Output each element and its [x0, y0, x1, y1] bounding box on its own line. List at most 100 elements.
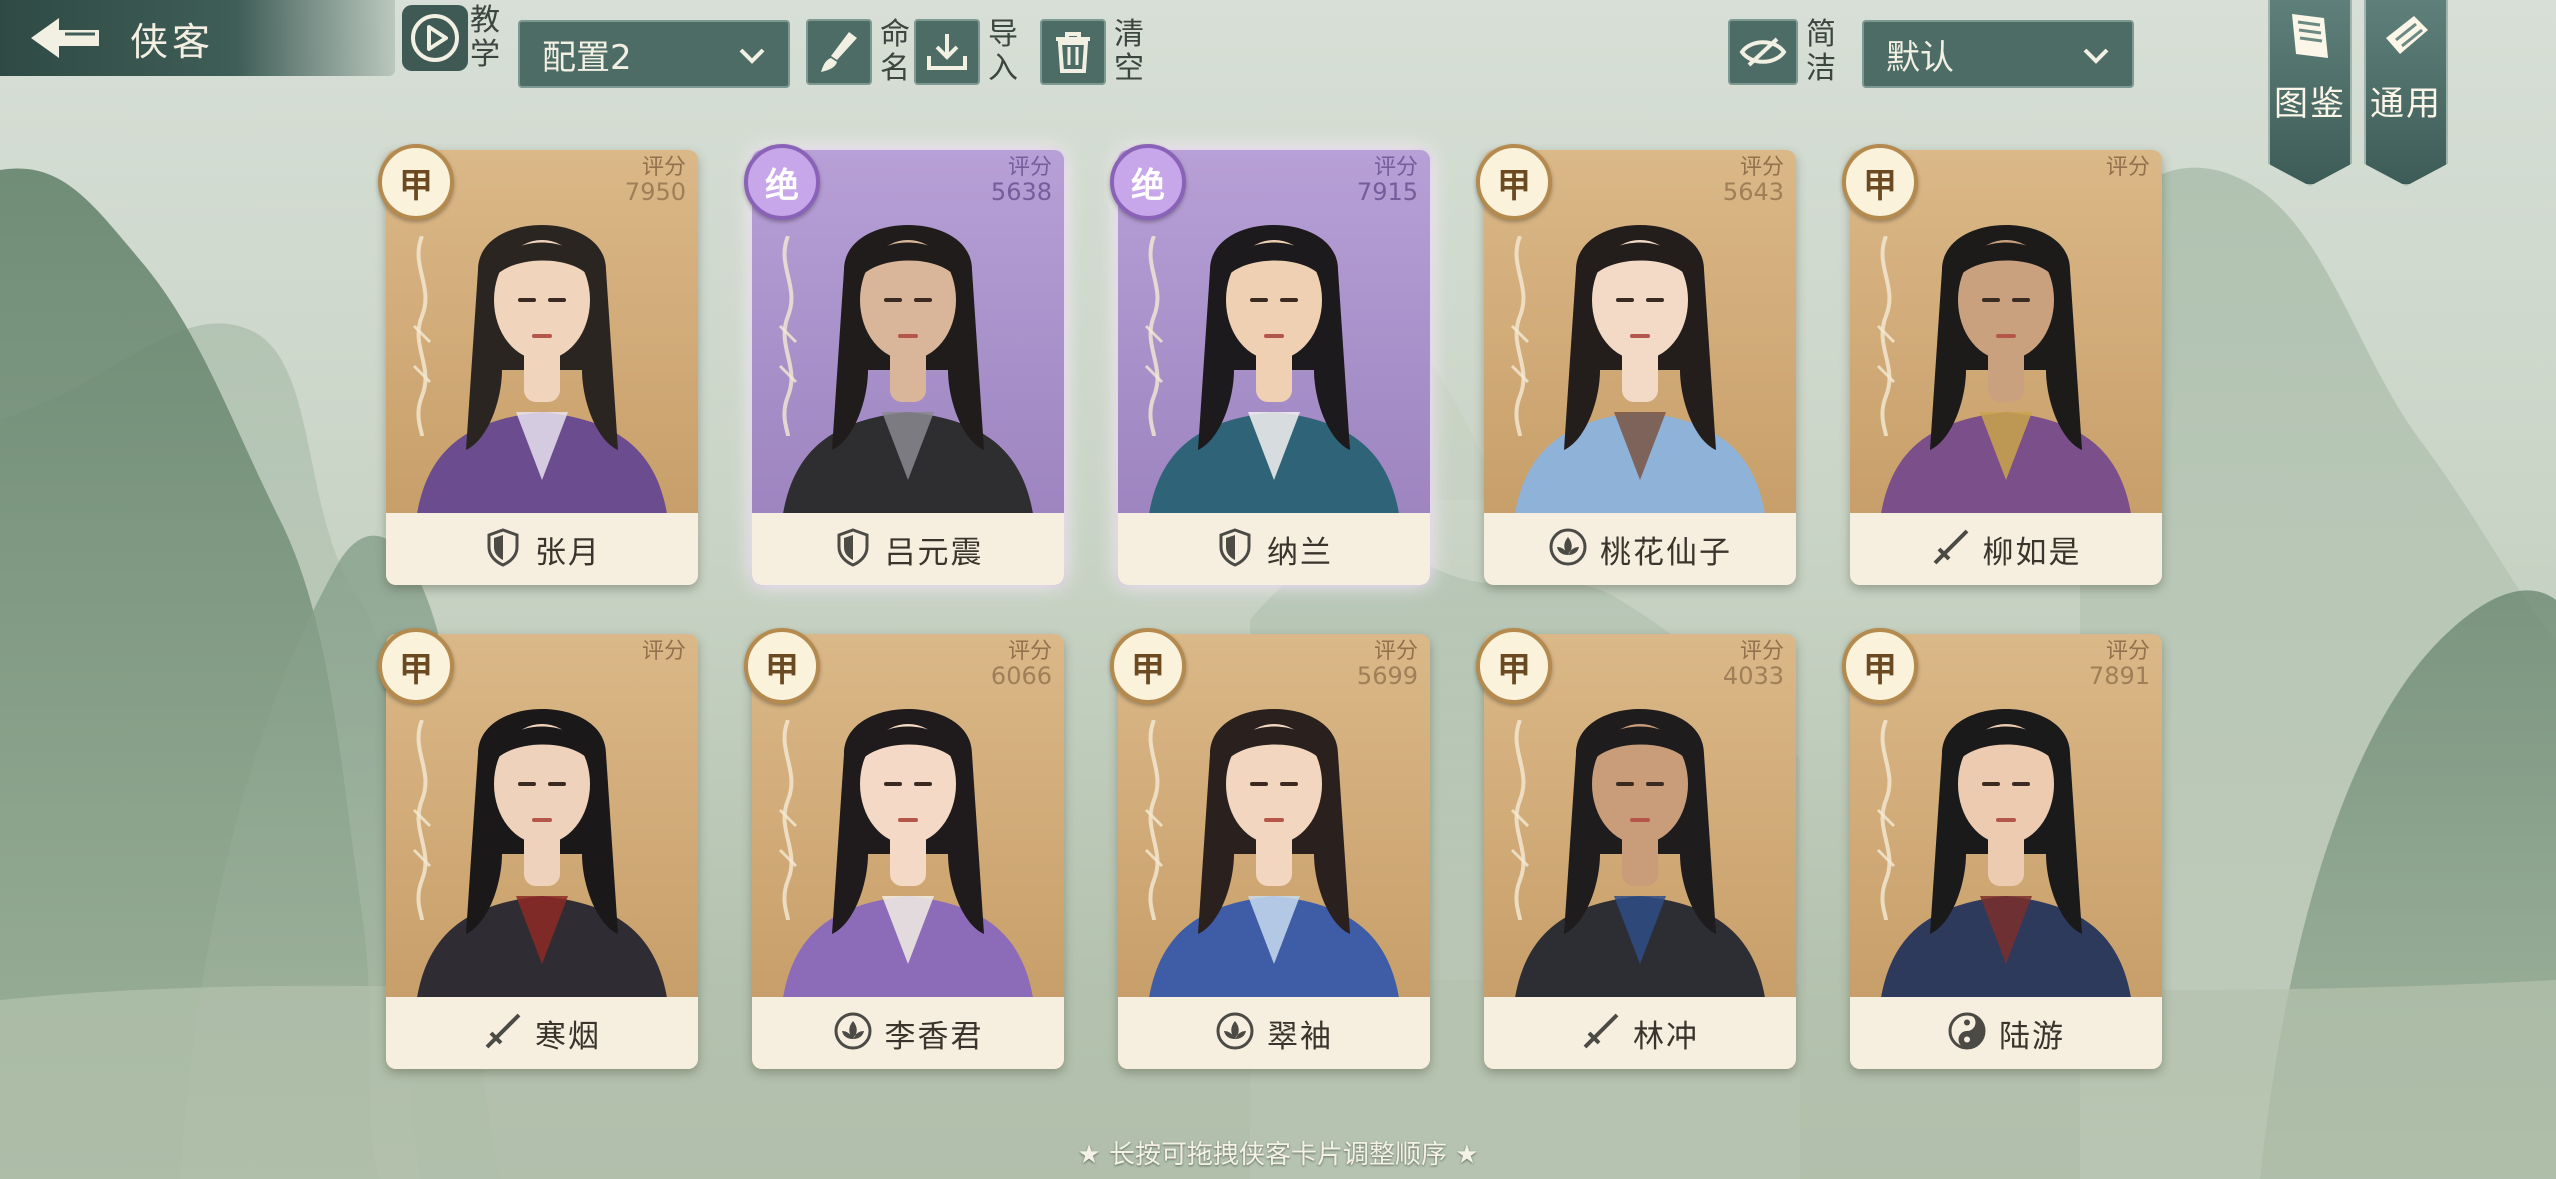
grade-badge: 绝: [744, 144, 820, 220]
grade-badge: 甲: [1842, 144, 1918, 220]
hero-name: 翠袖: [1267, 1018, 1333, 1055]
brush-icon: [806, 19, 872, 85]
score-label: 评分: [1739, 639, 1784, 664]
rank-ornament: [778, 720, 798, 920]
lotus-icon: [1215, 1011, 1255, 1055]
import-button[interactable]: 导入: [914, 18, 1020, 86]
shield-icon: [483, 527, 523, 571]
general-label: 通用: [2370, 84, 2442, 124]
grade-badge: 甲: [378, 628, 454, 704]
score-label: 评分: [1373, 155, 1418, 180]
score-block: 评分 5699: [1357, 640, 1418, 689]
score-block: 评分 7950: [624, 156, 686, 206]
page-title: 侠客: [130, 19, 215, 64]
hero-name-bar: 纳兰: [1118, 513, 1430, 585]
hero-card[interactable]: 甲 评分寒烟: [378, 628, 698, 1069]
sort-select-value: 默认: [1886, 37, 1954, 78]
rank-ornament: [412, 720, 432, 920]
score-value: 7915: [1356, 178, 1418, 206]
score-block: 评分 4033: [1722, 639, 1784, 690]
hero-card[interactable]: 绝 评分 5638 吕元震: [744, 144, 1064, 585]
scroll-icon: [2378, 8, 2434, 68]
hero-card[interactable]: 甲 评分 7950 张月: [378, 144, 698, 585]
hero-card[interactable]: 甲 评分 4033 林冲: [1476, 628, 1796, 1069]
hero-name-bar: 陆游: [1850, 997, 2162, 1069]
grade-badge: 绝: [1110, 144, 1186, 220]
book-icon: [2282, 8, 2338, 68]
grade-badge: 甲: [744, 628, 820, 704]
clear-label: 清空: [1114, 17, 1144, 86]
score-label: 评分: [2105, 155, 2150, 180]
codex-label: 图鉴: [2274, 84, 2346, 124]
score-value: 5638: [990, 178, 1052, 206]
simple-mode-label: 简洁: [1806, 17, 1836, 86]
rank-ornament: [412, 236, 432, 436]
score-value: 4033: [1722, 662, 1784, 690]
rank-ornament: [1144, 236, 1164, 436]
hero-name-bar: 林冲: [1484, 997, 1796, 1069]
score-block: 评分 7891: [2089, 639, 2150, 689]
hero-name-bar: 李香君: [752, 997, 1064, 1069]
score-value: 7950: [624, 178, 686, 206]
rename-label: 命名: [880, 17, 910, 86]
tutorial-button[interactable]: 教学: [402, 0, 506, 76]
grade-badge: 甲: [1476, 144, 1552, 220]
hero-name-bar: 吕元震: [752, 513, 1064, 585]
clear-button[interactable]: 清空: [1040, 18, 1146, 86]
hero-name: 纳兰: [1267, 534, 1333, 571]
back-button[interactable]: 侠客: [0, 0, 395, 76]
hero-card[interactable]: 甲 评分 7891 陆游: [1842, 628, 2162, 1069]
sort-select[interactable]: 默认: [1862, 20, 2134, 88]
hero-card[interactable]: 绝 评分 7915 纳兰: [1110, 144, 1430, 585]
top-bar: 侠客 教学 配置2 命名 导入 清空 简洁 默认 图鉴 通用: [0, 0, 2556, 186]
hero-card[interactable]: 甲 评分 5699 翠袖: [1110, 628, 1430, 1069]
hero-name: 林冲: [1633, 1018, 1699, 1055]
play-icon: [402, 5, 468, 71]
sword-icon: [483, 1011, 523, 1055]
config-select-value: 配置2: [542, 37, 632, 78]
shield-icon: [1215, 527, 1255, 571]
grade-badge: 甲: [378, 144, 454, 220]
yinyang-icon: [1947, 1011, 1987, 1055]
hero-name: 柳如是: [1982, 534, 2082, 571]
lotus-icon: [1548, 527, 1588, 571]
score-label: 评分: [1739, 155, 1784, 180]
shield-icon: [833, 527, 873, 571]
rank-ornament: [1510, 720, 1530, 920]
rank-ornament: [1144, 720, 1164, 920]
score-label: 评分: [1007, 639, 1052, 664]
hero-name-bar: 翠袖: [1118, 997, 1430, 1069]
chevron-down-icon: [2082, 34, 2110, 74]
score-block: 评分 7915: [1356, 155, 1418, 206]
hero-name: 桃花仙子: [1600, 534, 1732, 571]
hero-card[interactable]: 甲 评分 5643 桃花仙子: [1476, 144, 1796, 585]
general-button[interactable]: 通用: [2364, 0, 2448, 186]
sword-icon: [1931, 527, 1971, 571]
hero-name-bar: 寒烟: [386, 997, 698, 1069]
trash-icon: [1040, 19, 1106, 85]
score-block: 评分 6066: [991, 639, 1052, 689]
hero-name: 张月: [535, 534, 601, 571]
rank-ornament: [778, 236, 798, 436]
score-block: 评分 5643: [1722, 155, 1784, 206]
hero-name: 吕元震: [884, 534, 984, 571]
codex-button[interactable]: 图鉴: [2268, 0, 2352, 186]
config-select[interactable]: 配置2: [518, 20, 790, 88]
rename-button[interactable]: 命名: [806, 18, 912, 86]
back-arrow-icon: [0, 0, 130, 76]
simple-mode-button[interactable]: 简洁: [1728, 18, 1838, 86]
hero-card[interactable]: 甲 评分柳如是: [1842, 144, 2162, 585]
rank-ornament: [1876, 720, 1896, 920]
score-value: 5643: [1722, 178, 1784, 206]
hero-card[interactable]: 甲 评分 6066 李香君: [744, 628, 1064, 1069]
grade-badge: 甲: [1110, 628, 1186, 704]
hero-name: 李香君: [884, 1018, 984, 1055]
grade-badge: 甲: [1476, 628, 1552, 704]
sword-icon: [1581, 1011, 1621, 1055]
score-block: 评分: [642, 640, 686, 664]
score-block: 评分: [2106, 156, 2150, 180]
score-label: 评分: [1007, 155, 1052, 180]
score-block: 评分 5638: [990, 155, 1052, 206]
score-label: 评分: [2105, 639, 2150, 664]
chevron-down-icon: [738, 34, 766, 74]
